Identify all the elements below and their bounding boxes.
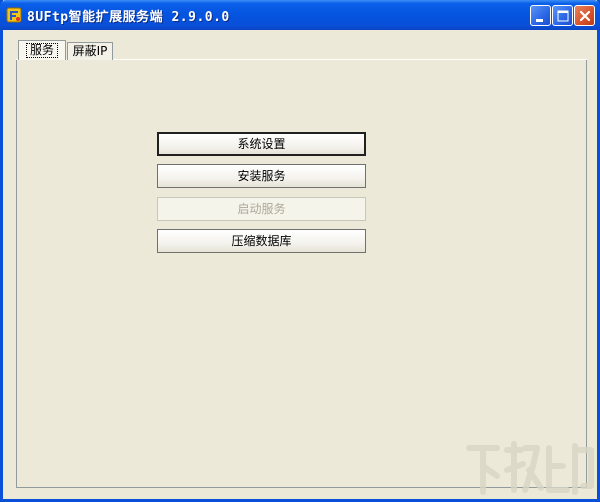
close-button[interactable] (574, 5, 595, 26)
ftp-app-icon[interactable] (6, 7, 22, 23)
maximize-icon (557, 10, 569, 22)
tab-blocked-ip-label: 屏蔽IP (72, 44, 108, 58)
install-service-button[interactable]: 安装服务 (157, 164, 366, 188)
window-title: 8UFtp智能扩展服务端 2.9.0.0 (27, 10, 230, 25)
services-tab-panel (16, 59, 587, 488)
title-bar[interactable]: 8UFtp智能扩展服务端 2.9.0.0 (0, 0, 600, 30)
compress-database-button[interactable]: 压缩数据库 (157, 229, 366, 253)
tab-services-label: 服务 (25, 43, 58, 58)
tab-services[interactable]: 服务 (18, 40, 66, 60)
app-window: 8UFtp智能扩展服务端 2.9.0.0 服务 屏蔽IP 系统设置 安装服务 启… (0, 0, 600, 502)
minimize-button[interactable] (530, 5, 551, 26)
system-settings-button[interactable]: 系统设置 (157, 132, 366, 156)
watermark-logo (463, 436, 598, 498)
close-icon (579, 10, 591, 22)
tab-blocked-ip[interactable]: 屏蔽IP (67, 42, 113, 60)
start-service-button: 启动服务 (157, 197, 366, 221)
maximize-button[interactable] (552, 5, 573, 26)
minimize-icon (536, 19, 543, 22)
